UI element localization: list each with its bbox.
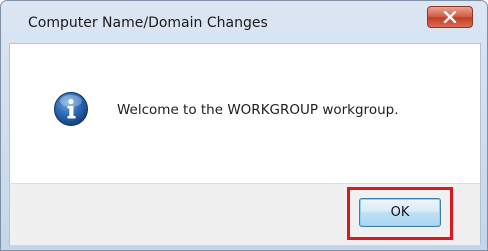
dialog-title: Computer Name/Domain Changes [28, 15, 268, 31]
ok-button[interactable]: OK [359, 198, 441, 227]
close-button[interactable] [427, 6, 473, 28]
dialog-window: Computer Name/Domain Changes Welcome to … [0, 0, 488, 251]
button-bar: OK [9, 183, 481, 245]
message-area: Welcome to the WORKGROUP workgroup. [9, 43, 481, 183]
information-icon [54, 92, 88, 126]
close-icon [443, 11, 457, 23]
title-bar[interactable]: Computer Name/Domain Changes [1, 1, 487, 43]
dialog-message: Welcome to the WORKGROUP workgroup. [117, 102, 399, 118]
